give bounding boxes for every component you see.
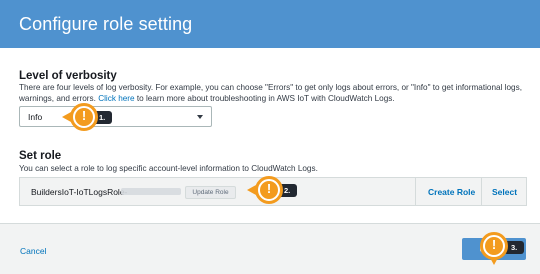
cancel-button[interactable]: Cancel <box>20 246 46 256</box>
modal-footer: Cancel Update <box>0 223 540 274</box>
create-role-link[interactable]: Create Role <box>428 187 475 197</box>
set-role-title: Set role <box>19 150 62 162</box>
learn-more-link[interactable]: Click here <box>98 94 134 103</box>
select-role-link[interactable]: Select <box>492 187 517 197</box>
verbosity-description: There are four levels of log verbosity. … <box>19 82 524 104</box>
caret-down-icon <box>197 115 203 119</box>
role-name: BuildersIoT-IoTLogsRole- <box>31 187 128 197</box>
set-role-description: You can select a role to log specific ac… <box>19 164 318 173</box>
verbosity-select-value: Info <box>28 112 43 122</box>
exclamation-glyph: ! <box>81 108 87 123</box>
update-role-button[interactable]: Update Role <box>185 186 236 199</box>
redacted-role-suffix <box>121 188 181 195</box>
verbosity-title: Level of verbosity <box>19 70 117 82</box>
row-divider <box>415 178 416 205</box>
modal-title: Configure role setting <box>19 14 193 34</box>
row-divider <box>481 178 482 205</box>
exclamation-glyph: ! <box>491 237 497 252</box>
callout-3: 3. ! <box>480 232 530 265</box>
verbosity-description-suffix: to learn more about troubleshooting in A… <box>136 94 395 103</box>
modal-header: Configure role setting <box>0 0 540 48</box>
exclamation-glyph: ! <box>266 181 272 196</box>
callout-1: 1. ! <box>62 103 120 131</box>
callout-2: 2. ! <box>247 176 305 204</box>
